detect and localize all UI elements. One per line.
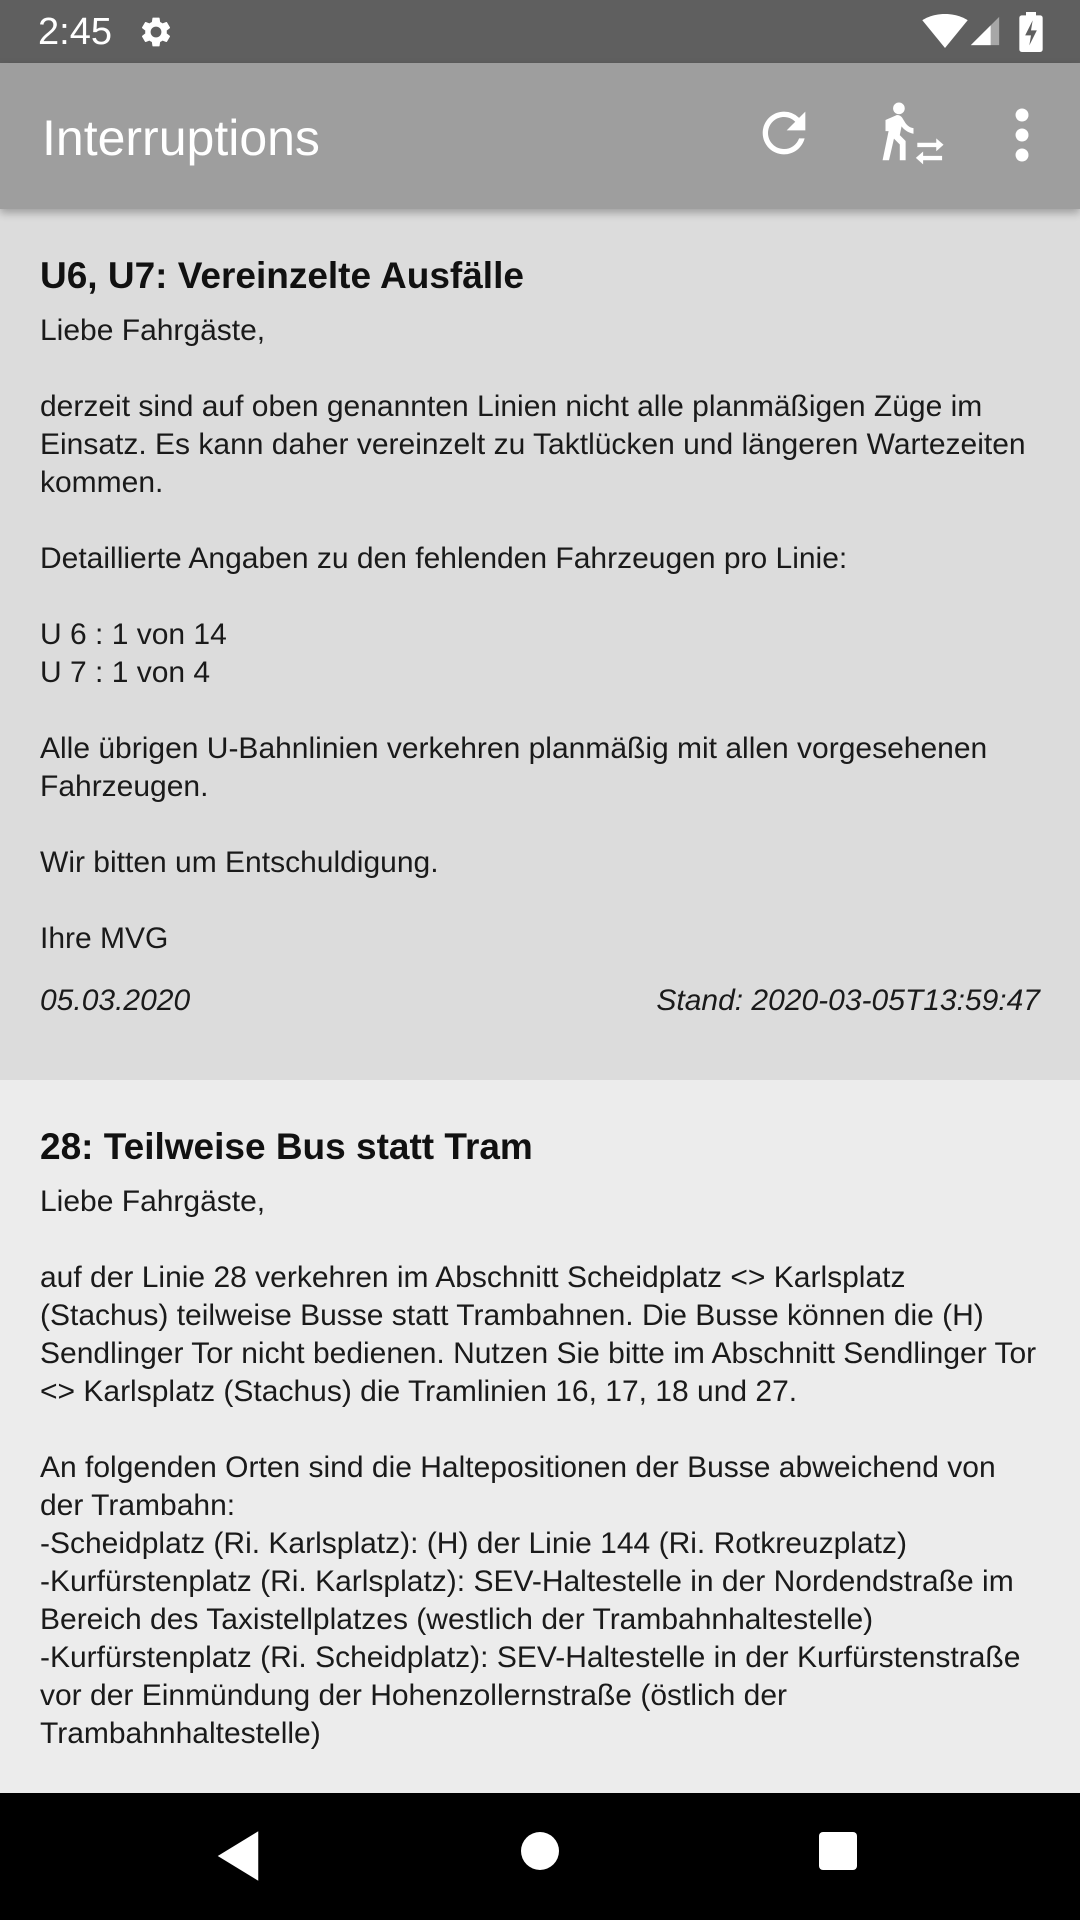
battery-charging-icon bbox=[1019, 12, 1043, 52]
back-icon[interactable] bbox=[214, 1829, 262, 1883]
refresh-icon[interactable] bbox=[752, 101, 816, 165]
interruption-footer: 05.03.2020 Stand: 2020-03-05T13:59:47 bbox=[40, 982, 1040, 1020]
interruption-date: 05.03.2020 bbox=[40, 984, 191, 1017]
interruption-title: U6, U7: Vereinzelte Ausfälle bbox=[40, 255, 524, 296]
interruption-card[interactable]: 28: Teilweise Bus statt Tram Liebe Fahrg… bbox=[0, 1080, 1080, 1753]
status-bar: 2:45 bbox=[0, 0, 1080, 63]
interruption-card[interactable]: U6, U7: Vereinzelte Ausfälle Liebe Fahrg… bbox=[0, 209, 1080, 1080]
signal-icon bbox=[970, 16, 1000, 46]
more-vert-icon[interactable] bbox=[1002, 105, 1042, 165]
interruption-title: 28: Teilweise Bus statt Tram bbox=[40, 1126, 533, 1167]
wifi-icon bbox=[922, 14, 968, 48]
recents-icon[interactable] bbox=[818, 1831, 858, 1871]
interruption-body: Liebe Fahrgäste, derzeit sind auf oben g… bbox=[40, 314, 1026, 955]
interruption-stand: Stand: 2020-03-05T13:59:47 bbox=[656, 984, 1040, 1017]
gear-icon bbox=[141, 17, 171, 47]
status-time: 2:45 bbox=[38, 11, 112, 53]
app-bar: Interruptions bbox=[0, 63, 1080, 209]
interruptions-list[interactable]: U6, U7: Vereinzelte Ausfälle Liebe Fahrg… bbox=[0, 209, 1080, 1793]
page-title: Interruptions bbox=[42, 110, 320, 166]
home-icon[interactable] bbox=[520, 1831, 560, 1871]
walk-transfer-icon[interactable] bbox=[875, 99, 945, 169]
navigation-bar bbox=[0, 1793, 1080, 1920]
interruption-body: Liebe Fahrgäste, auf der Linie 28 verkeh… bbox=[40, 1185, 1037, 1750]
screen: 2:45 Interruptions U6, U7: Vereinzelte A… bbox=[0, 0, 1080, 1920]
